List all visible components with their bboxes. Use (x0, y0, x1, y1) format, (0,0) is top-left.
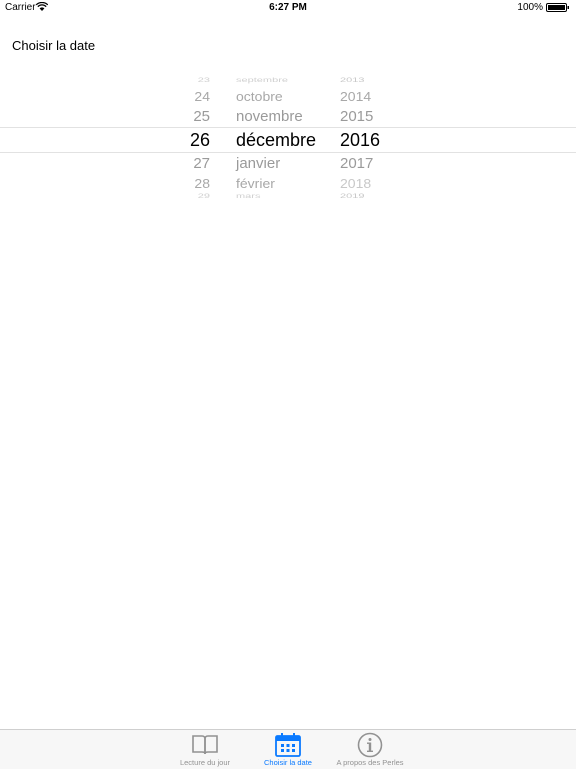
battery-icon (546, 3, 569, 12)
tab-label: Choisir la date (264, 758, 312, 767)
year-option[interactable]: 2013 (340, 77, 364, 84)
tab-label: Lecture du jour (179, 758, 231, 767)
month-option[interactable]: mars (236, 193, 260, 200)
date-picker[interactable]: 23 24 25 26 27 28 29 septembre octobre n… (0, 72, 576, 204)
year-option[interactable]: 2014 (340, 90, 371, 103)
month-option[interactable]: février (236, 177, 275, 190)
year-option[interactable]: 2015 (340, 109, 373, 124)
month-selected[interactable]: décembre (236, 131, 316, 149)
month-option[interactable]: octobre (236, 90, 283, 103)
month-option[interactable]: novembre (236, 109, 303, 124)
day-selected[interactable]: 26 (190, 131, 210, 149)
status-bar: Carrier 6:27 PM 100% (0, 0, 576, 16)
info-icon (357, 732, 383, 758)
tab-lecture-du-jour[interactable]: Lecture du jour (160, 730, 250, 769)
picker-selection-top-line (0, 127, 576, 128)
day-option[interactable]: 29 (198, 193, 210, 200)
month-option[interactable]: septembre (236, 77, 288, 84)
day-option[interactable]: 28 (194, 177, 210, 190)
picker-selection-bottom-line (0, 152, 576, 153)
day-option[interactable]: 23 (198, 77, 210, 84)
year-option[interactable]: 2017 (340, 156, 373, 171)
month-option[interactable]: janvier (236, 156, 280, 171)
day-option[interactable]: 25 (193, 109, 210, 124)
tab-label: A propos des Perles (336, 758, 404, 767)
tab-a-propos[interactable]: A propos des Perles (325, 730, 415, 769)
tab-bar: Lecture du jour Choisir la date A propos… (0, 729, 576, 769)
day-option[interactable]: 27 (193, 156, 210, 171)
year-selected[interactable]: 2016 (340, 131, 380, 149)
book-icon (192, 735, 218, 755)
year-option[interactable]: 2018 (340, 177, 371, 190)
tab-choisir-la-date[interactable]: Choisir la date (243, 730, 333, 769)
clock: 6:27 PM (269, 2, 307, 13)
page-title: Choisir la date (12, 38, 96, 53)
battery-percent: 100% (517, 2, 543, 13)
day-option[interactable]: 24 (194, 90, 210, 103)
year-option[interactable]: 2019 (340, 193, 364, 200)
calendar-icon (275, 733, 301, 757)
